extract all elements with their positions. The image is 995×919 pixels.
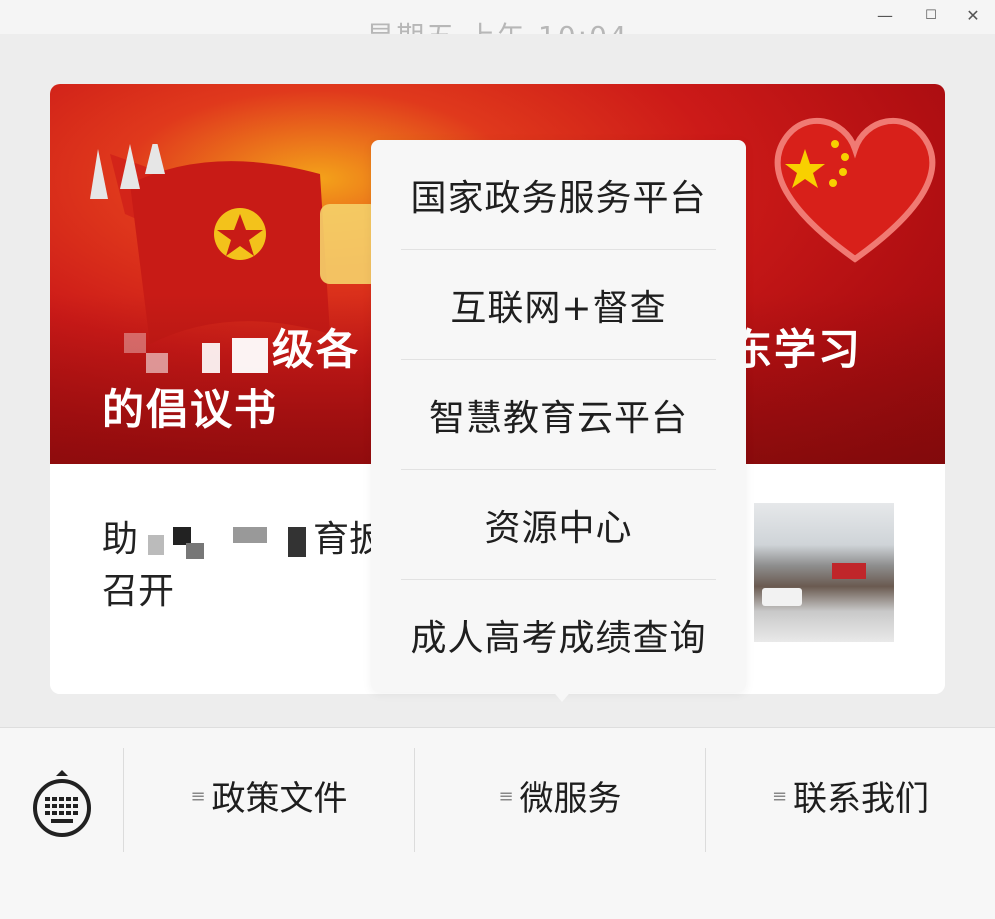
- mosaic-redaction: [138, 523, 313, 559]
- thumbnail-stage-screen: [832, 563, 866, 579]
- cover-title-line1: 级各: [272, 325, 361, 374]
- tab-label: 微服务: [519, 779, 622, 819]
- menu-item-smart-education-cloud[interactable]: 智慧教育云平台: [371, 364, 746, 474]
- submenu-indicator-icon: ≡: [190, 785, 206, 807]
- message-timestamp: 星期五 上午 10:04: [0, 14, 995, 34]
- keyboard-toggle-button[interactable]: [30, 768, 94, 838]
- keyboard-icon: [33, 770, 91, 837]
- menu-item-internet-inspection[interactable]: 互联网+督查: [371, 254, 746, 364]
- popup-pointer-arrow: [550, 688, 574, 702]
- tab-label: 联系我们: [793, 779, 930, 819]
- service-submenu-popup: 国家政务服务平台 互联网+督查 智慧教育云平台 资源中心 成人高考成绩查询: [371, 140, 746, 692]
- sub-story-title-head: 助: [102, 519, 139, 560]
- menu-divider: [401, 359, 716, 360]
- cover-title-line1-tail: 东学习: [730, 325, 863, 374]
- submenu-indicator-icon: ≡: [771, 785, 788, 807]
- menu-divider: [401, 249, 716, 250]
- thumbnail-table: [762, 588, 802, 606]
- tab-policy-documents[interactable]: ≡ 政策文件: [124, 768, 414, 830]
- tab-contact-us[interactable]: ≡ 联系我们: [706, 768, 995, 830]
- cover-title-line2: 的倡议书: [102, 385, 279, 434]
- tab-label: 政策文件: [211, 779, 348, 819]
- submenu-indicator-icon: ≡: [498, 785, 514, 807]
- menu-item-national-gov-service[interactable]: 国家政务服务平台: [371, 144, 746, 254]
- sub-story-title-line2: 召开: [102, 571, 175, 612]
- mosaic-redaction: [102, 332, 272, 373]
- sub-story-thumbnail[interactable]: [754, 503, 894, 642]
- official-account-menu-bar: ≡ 政策文件 ≡ 微服务 ≡ 联系我们: [0, 727, 995, 919]
- menu-item-adult-exam-score[interactable]: 成人高考成绩查询: [371, 584, 746, 694]
- heart-flag-graphic: [774, 118, 936, 263]
- menu-divider: [401, 469, 716, 470]
- menu-item-resource-center[interactable]: 资源中心: [371, 474, 746, 584]
- tab-micro-services[interactable]: ≡ 微服务: [415, 768, 705, 830]
- menu-divider: [401, 579, 716, 580]
